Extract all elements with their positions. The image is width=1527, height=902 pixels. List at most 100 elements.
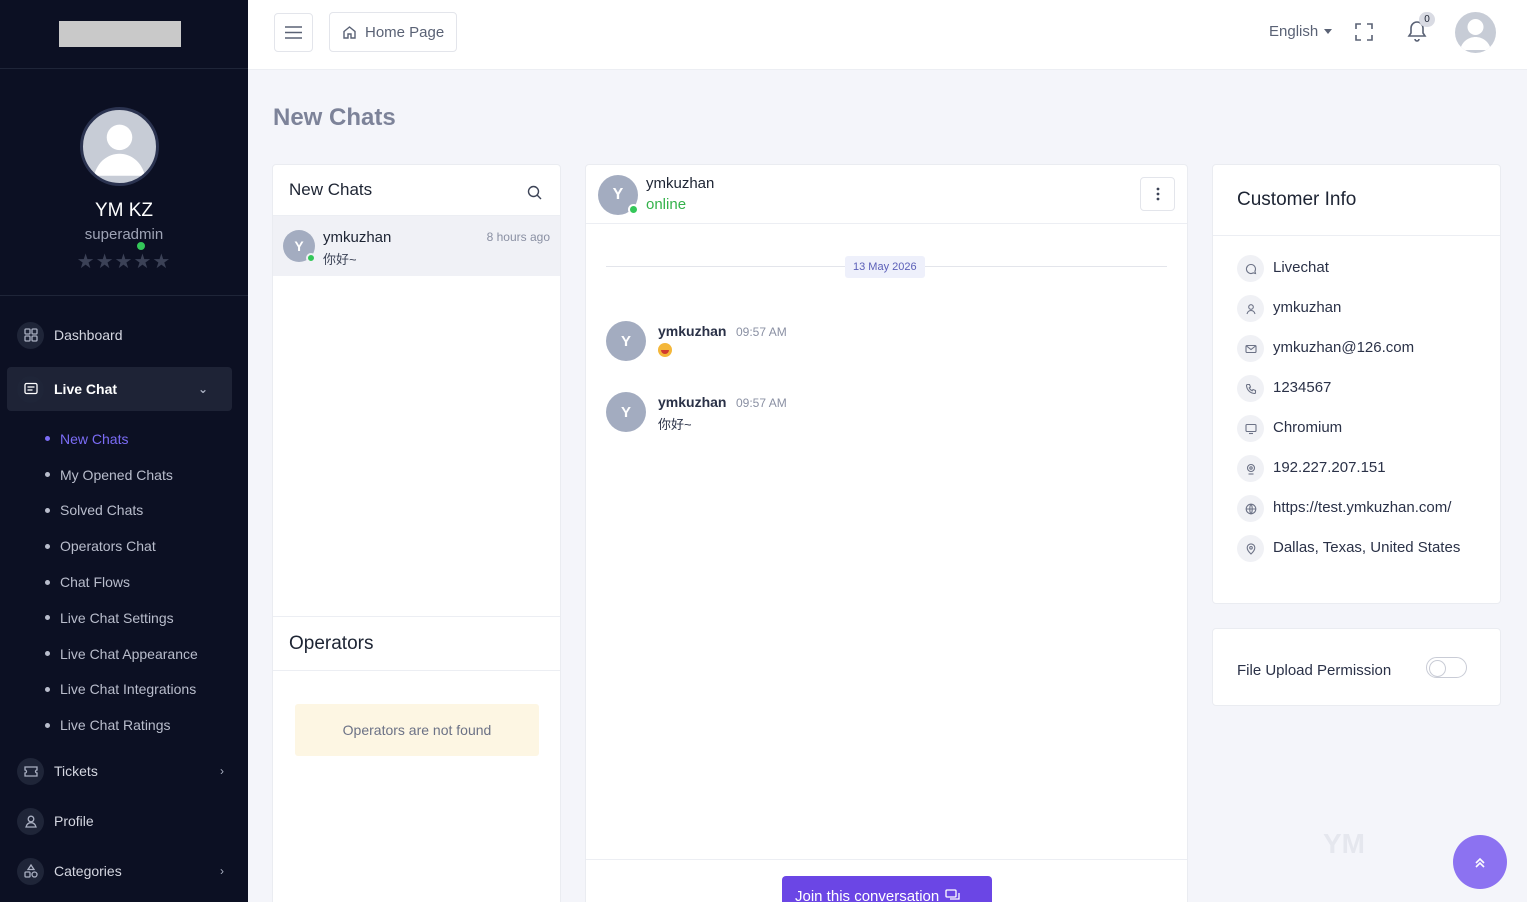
customer-info-header: Customer Info (1213, 165, 1500, 236)
info-browser: Chromium (1237, 415, 1460, 457)
info-email-value[interactable]: ymkuzhan@126.com (1273, 339, 1414, 356)
menu-toggle-button[interactable] (274, 13, 313, 52)
info-browser-value: Chromium (1273, 419, 1343, 436)
profile-panel: YM KZ superadmin ★★★★★ (0, 69, 248, 296)
caret-down-icon (1324, 29, 1333, 34)
chat-timestamp: 8 hours ago (486, 230, 550, 244)
message-circle-icon (1237, 255, 1264, 282)
user-icon (17, 807, 44, 835)
conversation-username: ymkuzhan (646, 175, 715, 192)
conversation-footer-divider (586, 859, 1187, 860)
info-email: ymkuzhan@126.com (1237, 335, 1460, 377)
dashboard-icon (17, 321, 44, 349)
operators-title: Operators (289, 632, 374, 654)
online-status-dot (306, 253, 316, 263)
categories-icon (17, 857, 44, 885)
phone-icon (1237, 375, 1264, 402)
ticket-icon (17, 757, 44, 785)
sidebar-item-dashboard[interactable]: Dashboard (0, 313, 248, 357)
sidebar-item-tickets[interactable]: Tickets › (0, 749, 248, 793)
info-phone-value: 1234567 (1273, 379, 1332, 396)
sidebar-menu: Dashboard Live Chat ⌄ New Chats My Opene… (0, 313, 248, 893)
chat-bubbles-icon (945, 889, 960, 900)
hamburger-icon (285, 26, 302, 39)
search-icon[interactable] (527, 185, 542, 205)
sidebar-item-label: Tickets (54, 763, 98, 780)
sidebar-item-live-chat[interactable]: Live Chat ⌄ (7, 367, 232, 411)
chevron-up-icon (1475, 857, 1485, 868)
sidebar: YM KZ superadmin ★★★★★ Dashboard Live Ch… (0, 0, 248, 902)
message-avatar: Y (606, 321, 646, 361)
app-logo[interactable] (59, 21, 181, 47)
file-upload-permission-panel: File Upload Permission (1212, 628, 1501, 706)
message-sender: ymkuzhan (658, 394, 727, 410)
language-selector[interactable]: English (1269, 23, 1333, 40)
join-conversation-button[interactable]: Join this conversation (782, 876, 992, 902)
submenu-new-chats[interactable]: New Chats (45, 421, 248, 457)
sidebar-item-label: Profile (54, 813, 94, 830)
customer-info-title: Customer Info (1237, 189, 1357, 210)
chevron-right-icon: › (220, 764, 224, 779)
submenu-live-chat-integrations[interactable]: Live Chat Integrations (45, 672, 248, 708)
new-chats-panel: New Chats Y ymkuzhan 8 hours ago 你好~ Ope… (272, 164, 561, 902)
chat-preview: 你好~ (323, 252, 357, 267)
submenu-live-chat-ratings[interactable]: Live Chat Ratings (45, 707, 248, 743)
webcam-icon (1237, 455, 1264, 482)
file-upload-permission-toggle[interactable] (1426, 657, 1467, 678)
join-conversation-label: Join this conversation (795, 887, 940, 902)
submenu-operators-chat[interactable]: Operators Chat (45, 528, 248, 564)
language-label: English (1269, 23, 1319, 40)
info-url-value[interactable]: https://test.ymkuzhan.com/ (1273, 499, 1451, 516)
submenu-my-opened-chats[interactable]: My Opened Chats (45, 457, 248, 493)
info-url: https://test.ymkuzhan.com/ (1237, 495, 1460, 537)
online-status-dot (628, 204, 639, 215)
message-text: 你好~ (658, 417, 692, 432)
operators-empty-text: Operators are not found (342, 722, 492, 738)
info-location: Dallas, Texas, United States (1237, 535, 1461, 577)
info-location-value: Dallas, Texas, United States (1273, 539, 1461, 556)
info-ip: 192.227.207.151 (1237, 455, 1460, 497)
profile-name: YM KZ (94, 200, 154, 221)
message-text (658, 343, 672, 360)
page-title: New Chats (273, 104, 396, 131)
message-time: 09:57 AM (736, 325, 787, 339)
sidebar-item-label: Categories (54, 863, 122, 880)
home-page-label: Home Page (365, 23, 445, 41)
info-source: Livechat (1237, 255, 1460, 297)
laughing-emoji-icon (658, 343, 672, 357)
conversation-status: online (646, 196, 687, 213)
conversation-header: Y ymkuzhan online (586, 165, 1187, 224)
scroll-to-top-button[interactable] (1453, 835, 1507, 889)
conversation-panel: Y ymkuzhan online 13 May 2026 Y ymkuzhan… (585, 164, 1188, 902)
info-source-value: Livechat (1273, 259, 1329, 276)
operators-header: Operators (273, 616, 560, 671)
watermark-logo: YM (1323, 828, 1365, 859)
chat-icon (17, 375, 44, 403)
submenu-chat-flows[interactable]: Chat Flows (45, 564, 248, 600)
globe-icon (1237, 495, 1264, 522)
profile-avatar[interactable] (80, 107, 159, 186)
profile-role: superadmin (84, 226, 164, 243)
notifications-count-badge: 0 (1419, 12, 1435, 27)
submenu-live-chat-settings[interactable]: Live Chat Settings (45, 600, 248, 636)
topbar: Home Page English 0 (248, 0, 1527, 70)
message-sender: ymkuzhan (658, 323, 727, 339)
message-avatar: Y (606, 392, 646, 432)
monitor-icon (1237, 415, 1264, 442)
sidebar-item-profile[interactable]: Profile (0, 799, 248, 843)
chat-list-item[interactable]: Y ymkuzhan 8 hours ago 你好~ (273, 216, 560, 276)
info-phone: 1234567 (1237, 375, 1460, 417)
user-avatar[interactable] (1455, 12, 1496, 53)
message-time: 09:57 AM (736, 396, 787, 410)
chevron-down-icon: ⌄ (197, 382, 208, 396)
submenu-live-chat-appearance[interactable]: Live Chat Appearance (45, 636, 248, 672)
info-name: ymkuzhan (1237, 295, 1460, 337)
home-page-button[interactable]: Home Page (329, 12, 458, 52)
kebab-menu-icon (1156, 187, 1159, 201)
sidebar-item-categories[interactable]: Categories › (0, 849, 248, 893)
map-pin-icon (1237, 535, 1264, 562)
fullscreen-icon[interactable] (1354, 22, 1374, 47)
submenu-solved-chats[interactable]: Solved Chats (45, 493, 248, 529)
rating-stars: ★★★★★ (76, 251, 172, 273)
more-options-button[interactable] (1140, 177, 1175, 211)
